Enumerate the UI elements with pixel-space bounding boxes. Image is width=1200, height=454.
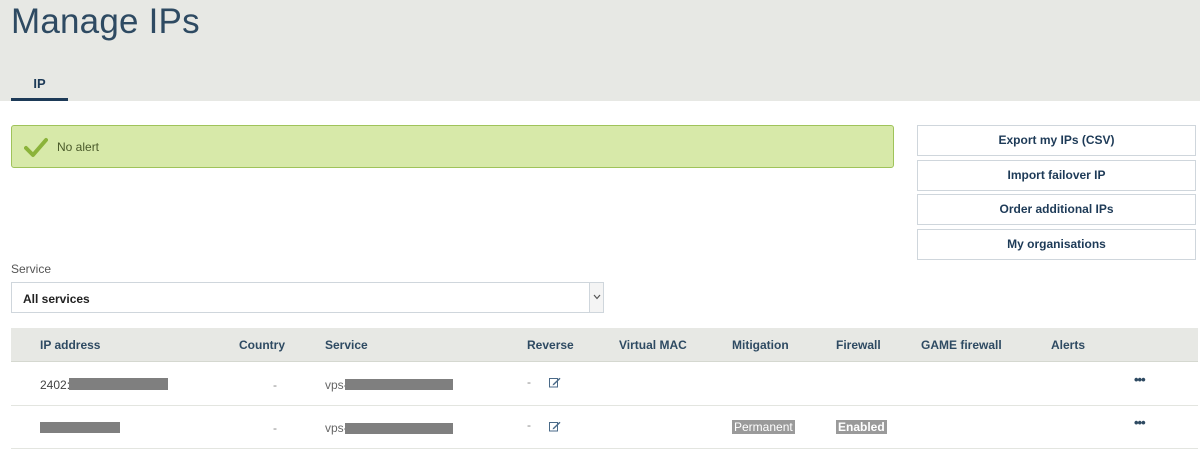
my-organisations-button[interactable]: My organisations <box>917 229 1196 260</box>
alert-banner: No alert <box>11 125 894 168</box>
alert-text: No alert <box>57 140 100 154</box>
more-options-icon[interactable]: ••• <box>1134 372 1146 387</box>
export-ips-button[interactable]: Export my IPs (CSV) <box>917 125 1196 156</box>
check-icon <box>24 138 48 157</box>
column-header-country[interactable]: Country <box>239 338 285 352</box>
tab-ip[interactable]: IP <box>11 74 68 101</box>
page-title: Manage IPs <box>11 2 200 41</box>
table-row: - vps- - Permanent Enabled ••• <box>11 406 1198 449</box>
column-header-mitigation[interactable]: Mitigation <box>732 338 789 352</box>
reverse-value: - <box>527 375 531 389</box>
country-value: - <box>273 421 277 435</box>
reverse-value: - <box>527 418 531 432</box>
more-options-icon[interactable]: ••• <box>1134 415 1146 430</box>
import-failover-ip-button[interactable]: Import failover IP <box>917 160 1196 191</box>
chevron-down-icon[interactable] <box>589 283 603 312</box>
table-header: IP address Country Service Reverse Virtu… <box>11 328 1198 362</box>
redacted-service-name <box>345 379 453 390</box>
tab-active-indicator <box>11 98 68 101</box>
page-header: Manage IPs IP <box>0 0 1200 101</box>
column-header-game-firewall[interactable]: GAME firewall <box>921 338 1002 352</box>
table-row: 2402: - vps- - ••• <box>11 363 1198 406</box>
order-additional-ips-button[interactable]: Order additional IPs <box>917 194 1196 225</box>
firewall-status-badge: Enabled <box>836 420 887 434</box>
column-header-ip-address[interactable]: IP address <box>40 338 100 352</box>
column-header-firewall[interactable]: Firewall <box>836 338 881 352</box>
edit-icon[interactable] <box>549 421 561 432</box>
edit-icon[interactable] <box>549 377 561 388</box>
redacted-service-name <box>345 423 453 434</box>
ip-address-prefix: 2402: <box>40 378 71 392</box>
column-header-virtual-mac[interactable]: Virtual MAC <box>619 338 687 352</box>
redacted-ip-address <box>40 422 120 433</box>
column-header-reverse[interactable]: Reverse <box>527 338 574 352</box>
service-select-value: All services <box>23 292 90 306</box>
column-header-alerts[interactable]: Alerts <box>1051 338 1085 352</box>
tab-ip-label: IP <box>33 76 46 91</box>
redacted-ip-address <box>69 378 168 390</box>
country-value: - <box>273 378 277 392</box>
mitigation-status-badge: Permanent <box>732 420 795 434</box>
service-filter-label: Service <box>11 262 52 276</box>
column-header-service[interactable]: Service <box>325 338 368 352</box>
service-select[interactable]: All services <box>11 282 604 313</box>
